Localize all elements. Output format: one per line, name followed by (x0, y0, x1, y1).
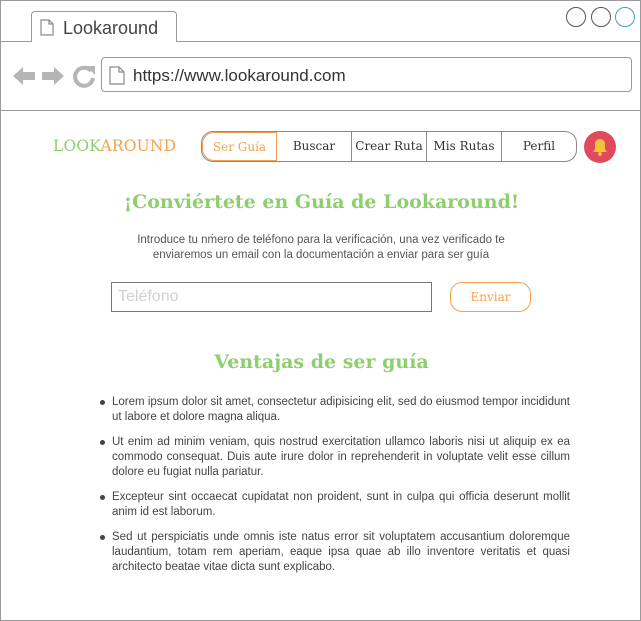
intro-text: Introduce tu nṁero de teléfono para la v… (137, 234, 505, 261)
list-item: Excepteur sint occaecat cupidatat non pr… (98, 490, 570, 520)
tab-strip: Lookaround (1, 1, 640, 42)
list-item: Ut enim ad minim veniam, quis nostrud ex… (98, 435, 570, 480)
browser-toolbar: https://www.lookaround.com (1, 43, 640, 111)
forward-arrow-icon[interactable] (40, 63, 66, 89)
bell-icon (593, 139, 607, 156)
site-logo[interactable]: LOOKAROUND (53, 137, 176, 155)
logo-look: LOOK (53, 137, 101, 155)
logo-around: AROUND (100, 137, 177, 155)
nav-buscar-guia[interactable]: Buscar Guía (277, 132, 352, 161)
browser-tab[interactable]: Lookaround (31, 11, 177, 42)
back-arrow-icon[interactable] (11, 63, 37, 89)
address-bar[interactable]: https://www.lookaround.com (101, 57, 632, 92)
benefit-text: Ut enim ad minim veniam, quis nostrud ex… (112, 436, 570, 478)
benefits-list: Lorem ipsum dolor sit amet, consectetur … (98, 395, 570, 585)
list-item: Lorem ipsum dolor sit amet, consectetur … (98, 395, 570, 425)
nav-mis-rutas[interactable]: Mis Rutas (427, 132, 502, 161)
bullet-icon (100, 495, 105, 500)
document-icon (40, 19, 54, 36)
minimize-button[interactable] (566, 7, 586, 27)
page-title: ¡Conviértete en Guía de Lookaround! (123, 191, 520, 213)
notifications-button[interactable] (584, 131, 616, 163)
benefit-text: Excepteur sint occaecat cupidatat non pr… (112, 491, 570, 518)
browser-window: Lookaround https://www.lookaround.com LO… (0, 0, 641, 621)
close-button[interactable] (615, 7, 635, 27)
tab-title: Lookaround (63, 18, 159, 38)
bullet-icon (100, 440, 105, 445)
nav-ser-guia[interactable]: Ser Guía (202, 132, 277, 161)
maximize-button[interactable] (591, 7, 611, 27)
bullet-icon (100, 535, 105, 540)
benefit-text: Sed ut perspiciatis unde omnis iste natu… (112, 531, 570, 573)
nav-perfil[interactable]: Perfil (502, 132, 576, 161)
bullet-icon (100, 400, 105, 405)
page-icon (109, 66, 125, 85)
benefits-title: Ventajas de ser guía (214, 351, 429, 373)
send-button[interactable]: Enviar (450, 282, 531, 312)
list-item: Sed ut perspiciatis unde omnis iste natu… (98, 530, 570, 575)
nav-crear-ruta[interactable]: Crear Ruta (352, 132, 427, 161)
main-nav: Ser Guía Buscar Guía Crear Ruta Mis Ruta… (201, 131, 577, 162)
url-text: https://www.lookaround.com (133, 66, 346, 85)
reload-icon[interactable] (71, 63, 97, 89)
benefit-text: Lorem ipsum dolor sit amet, consectetur … (112, 396, 570, 423)
phone-input[interactable] (111, 282, 432, 312)
